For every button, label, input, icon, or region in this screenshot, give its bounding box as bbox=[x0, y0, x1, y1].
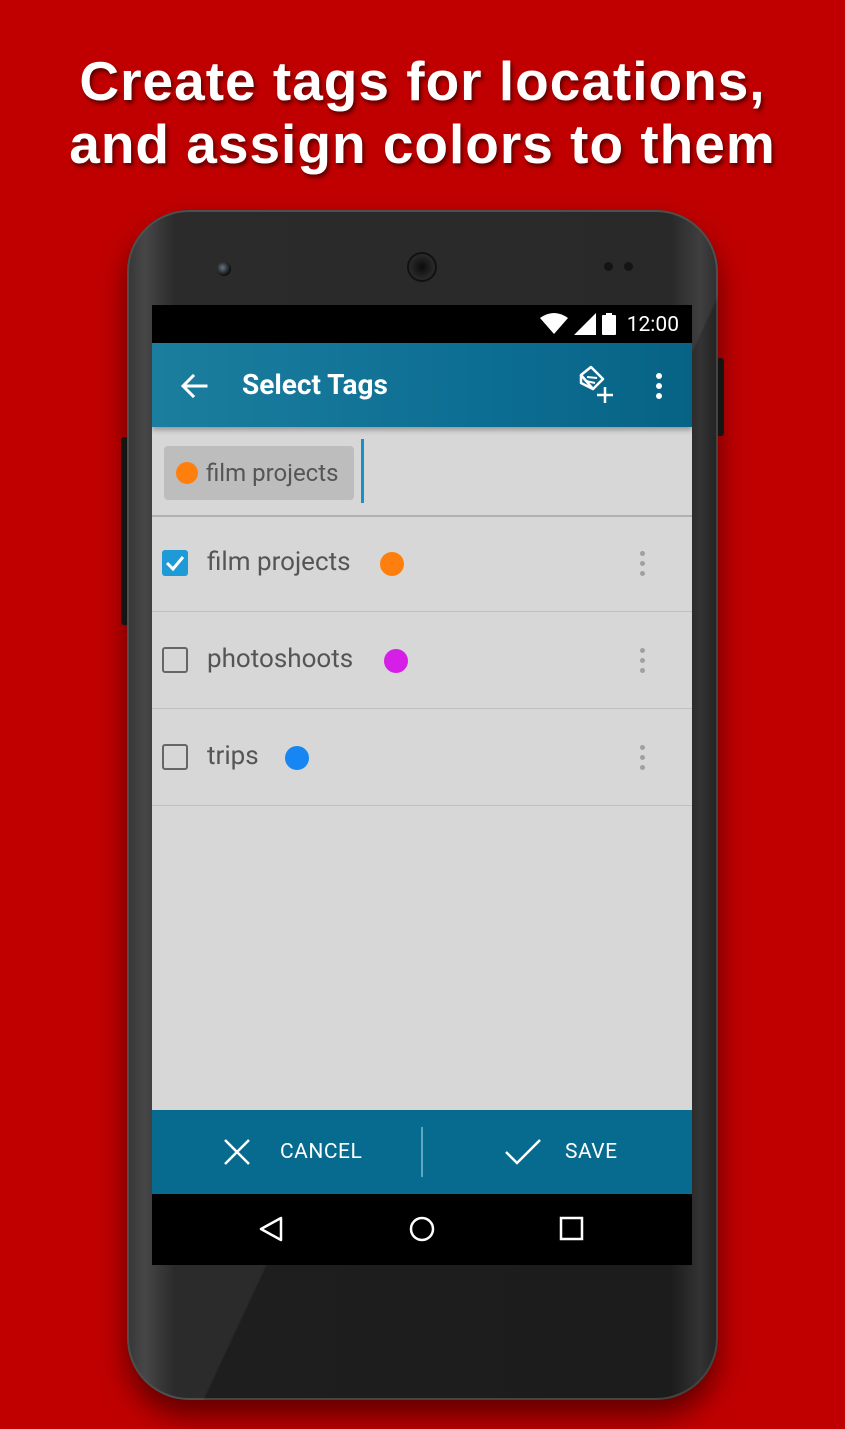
selected-tag-chip[interactable]: film projects bbox=[164, 446, 354, 500]
tag-name: trips bbox=[207, 741, 259, 771]
tag-list: film projects photoshoots trips bbox=[152, 515, 692, 806]
check-icon bbox=[505, 1139, 541, 1165]
home-circle-icon[interactable] bbox=[408, 1215, 436, 1243]
headline-line-1: Create tags for locations, bbox=[79, 50, 766, 112]
tag-name: film projects bbox=[207, 547, 351, 577]
list-item[interactable]: photoshoots bbox=[152, 612, 692, 709]
tag-name: photoshoots bbox=[207, 644, 354, 674]
text-cursor bbox=[361, 439, 364, 503]
row-more-vert-icon[interactable] bbox=[640, 745, 646, 771]
tag-color-dot bbox=[380, 552, 404, 576]
battery-icon bbox=[602, 313, 616, 335]
earpiece-speaker-icon bbox=[407, 252, 437, 282]
back-triangle-icon[interactable] bbox=[258, 1215, 284, 1243]
tag-checkbox[interactable] bbox=[162, 647, 188, 673]
tag-checkbox[interactable] bbox=[162, 744, 188, 770]
recents-square-icon[interactable] bbox=[559, 1216, 585, 1242]
row-more-vert-icon[interactable] bbox=[640, 551, 646, 577]
add-tag-icon[interactable] bbox=[576, 365, 616, 405]
tag-color-dot bbox=[384, 649, 408, 673]
selected-tags-input[interactable]: film projects bbox=[152, 427, 692, 517]
back-arrow-icon[interactable] bbox=[176, 368, 212, 404]
cancel-label: CANCEL bbox=[280, 1140, 363, 1164]
status-time: 12:00 bbox=[626, 313, 679, 337]
status-bar: 12:00 bbox=[152, 305, 692, 343]
list-item[interactable]: film projects bbox=[152, 515, 692, 612]
headline-line-2: and assign colors to them bbox=[69, 113, 776, 175]
action-divider bbox=[421, 1127, 423, 1177]
app-toolbar: Select Tags bbox=[152, 343, 692, 427]
row-more-vert-icon[interactable] bbox=[640, 648, 646, 674]
proximity-sensor-icon bbox=[604, 262, 613, 271]
save-button[interactable]: SAVE bbox=[504, 1110, 618, 1194]
action-bar: CANCEL SAVE bbox=[152, 1110, 692, 1194]
front-camera-icon bbox=[217, 262, 231, 276]
light-sensor-icon bbox=[624, 262, 633, 271]
system-nav-bar bbox=[152, 1194, 692, 1265]
tag-checkbox-checked[interactable] bbox=[162, 550, 188, 576]
signal-icon bbox=[574, 313, 596, 335]
wifi-icon bbox=[540, 313, 568, 334]
page-title: Select Tags bbox=[242, 368, 388, 401]
list-item[interactable]: trips bbox=[152, 709, 692, 806]
tag-color-dot bbox=[176, 462, 198, 484]
cancel-button[interactable]: CANCEL bbox=[222, 1110, 362, 1194]
tag-color-dot bbox=[285, 746, 309, 770]
chip-label: film projects bbox=[206, 459, 339, 487]
save-label: SAVE bbox=[565, 1140, 618, 1164]
promo-headline: Create tags for locations, and assign co… bbox=[0, 50, 845, 176]
more-vert-icon[interactable] bbox=[644, 368, 674, 404]
app-screen: 12:00 Select Tags film projects film pro… bbox=[152, 305, 692, 1265]
close-icon bbox=[224, 1139, 250, 1165]
